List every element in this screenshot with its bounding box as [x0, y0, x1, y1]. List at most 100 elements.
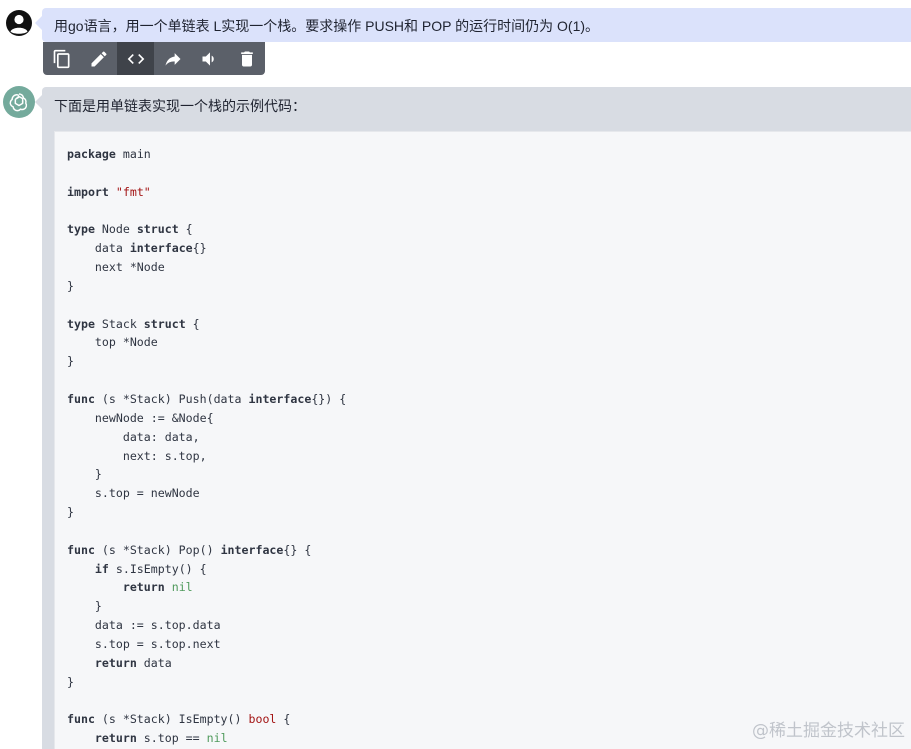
edit-pencil-icon	[91, 50, 107, 66]
code-token: type	[67, 316, 95, 331]
code-token: return	[94, 655, 137, 670]
share-button[interactable]	[154, 42, 191, 75]
code-token: {	[276, 712, 291, 727]
code-token: interface	[248, 391, 312, 406]
code-token: top *Node	[67, 335, 158, 350]
code-line: }	[67, 352, 346, 371]
delete-button[interactable]	[228, 42, 265, 75]
code-token: data := s.top.data	[67, 618, 221, 633]
code-line: next *Node	[67, 258, 346, 277]
assistant-avatar	[3, 86, 35, 118]
share-arrow-icon	[165, 52, 180, 66]
openai-logo-icon	[9, 93, 28, 112]
assistant-message-bubble: 下面是用单链表实现一个栈的示例代码： package main​import "…	[35, 87, 911, 749]
code-token: {}	[192, 241, 207, 256]
code-line: if s.IsEmpty() {	[67, 560, 346, 579]
code-token: newNode := &Node{	[67, 410, 214, 425]
code-token: if	[94, 561, 109, 576]
chat-page: 用go语言，用一个单链表 L实现一个栈。要求操作 PUSH和 POP 的运行时间…	[0, 0, 911, 749]
code-token: }	[67, 599, 102, 614]
code-token: }	[67, 354, 74, 369]
code-line: ​	[67, 164, 346, 183]
code-token: nil	[206, 731, 228, 746]
code-token: Node	[94, 222, 137, 237]
code-token: type	[67, 222, 95, 237]
code-line: import "fmt"	[67, 183, 346, 202]
code-line: package main	[67, 145, 346, 164]
assistant-intro-text: 下面是用单链表实现一个栈的示例代码：	[54, 98, 306, 114]
code-token: {	[178, 222, 193, 237]
code-token: bool	[248, 712, 277, 727]
code-line: return nil	[67, 578, 346, 597]
code-token: main	[115, 147, 151, 161]
code-token: nil	[171, 580, 193, 595]
code-token: struct	[136, 222, 179, 237]
code-line: func (s *Stack) IsEmpty() bool {	[67, 710, 346, 729]
code-brackets-icon	[127, 53, 144, 64]
code-token: (s *Stack) IsEmpty()	[94, 712, 249, 727]
trash-icon	[240, 51, 253, 66]
code-token: }	[67, 278, 74, 293]
code-line: }	[67, 673, 346, 692]
code-token: interface	[220, 542, 284, 557]
user-message-text: 用go语言，用一个单链表 L实现一个栈。要求操作 PUSH和 POP 的运行时间…	[54, 18, 600, 34]
user-circle-icon	[6, 10, 32, 36]
code-line: return s.top == nil	[67, 729, 346, 748]
code-line: newNode := &Node{	[67, 409, 346, 428]
watermark: @稀土掘金技术社区	[752, 721, 905, 741]
code-token: {} {	[283, 542, 312, 557]
code-token: Stack	[94, 316, 144, 331]
code-line: data interface{}	[67, 239, 346, 258]
code-token: }	[67, 674, 74, 689]
code-token: s.top ==	[136, 731, 207, 746]
code-line: ​	[67, 202, 346, 221]
code-token: return	[94, 731, 137, 746]
code-token: next: s.top,	[67, 448, 207, 463]
code-block: package main​import "fmt"​type Node stru…	[54, 131, 911, 749]
code-token: {	[185, 316, 200, 331]
code-line: ​	[67, 296, 346, 315]
code-token: "fmt"	[115, 184, 151, 199]
code-token: (s *Stack) Pop()	[94, 542, 221, 557]
code-token: }	[67, 505, 74, 520]
code-token: return	[122, 580, 165, 595]
code-line: }	[67, 503, 346, 522]
code-token: package	[67, 147, 116, 161]
code-line: data: data,	[67, 428, 346, 447]
code-token: data	[67, 241, 130, 256]
code-token: next *Node	[67, 260, 165, 275]
code-token: }	[67, 467, 102, 482]
read-aloud-button[interactable]	[191, 42, 228, 75]
code-token: func	[67, 712, 95, 727]
user-avatar	[5, 9, 33, 37]
code-line: }	[67, 277, 346, 296]
edit-button[interactable]	[80, 42, 117, 75]
code-token: (s *Stack) Push(data	[94, 391, 249, 406]
copy-button[interactable]	[43, 42, 80, 75]
copy-icon	[53, 49, 69, 68]
view-code-button[interactable]	[117, 42, 154, 75]
speaker-icon	[202, 51, 214, 66]
code-line: s.top = newNode	[67, 484, 346, 503]
code-token: func	[67, 542, 95, 557]
code-token: data: data,	[67, 429, 200, 444]
code-line: ​	[67, 371, 346, 390]
code-token: s.top = s.top.next	[67, 636, 221, 651]
code-line: ​	[67, 522, 346, 541]
code-line: func (s *Stack) Pop() interface{} {	[67, 541, 346, 560]
code-content: package main​import "fmt"​type Node stru…	[67, 145, 346, 748]
code-token: import	[67, 184, 109, 199]
code-line: type Node struct {	[67, 220, 346, 239]
code-token: s.top = newNode	[67, 486, 200, 501]
code-line: s.top = s.top.next	[67, 635, 346, 654]
code-line: func (s *Stack) Push(data interface{}) {	[67, 390, 346, 409]
code-token: s.IsEmpty() {	[108, 561, 207, 576]
code-token: func	[67, 391, 95, 406]
code-token: {}) {	[311, 391, 347, 406]
